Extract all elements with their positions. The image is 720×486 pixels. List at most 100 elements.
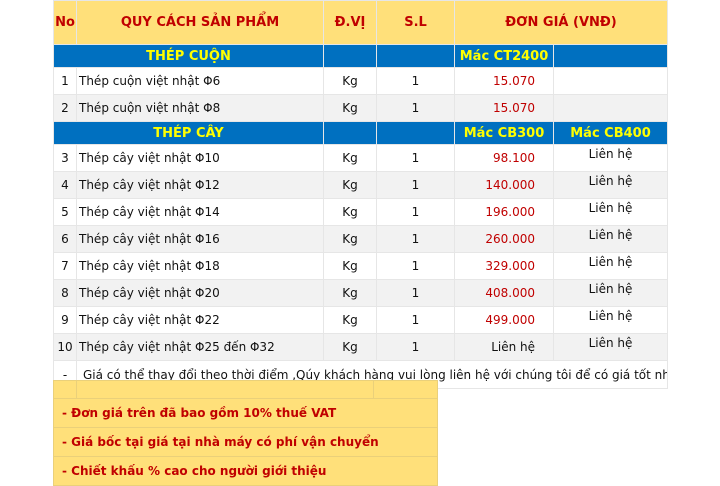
cell-no: 2 — [53, 94, 77, 122]
group-blank — [323, 121, 377, 145]
group-grade-cb300: Mác CB300 — [454, 121, 554, 145]
table-row: 8 Thép cây việt nhật Φ20 Kg 1 408.000 Li… — [53, 279, 668, 307]
cell-no: 10 — [53, 333, 77, 361]
cell-price1: 329.000 — [454, 252, 554, 280]
cell-name: Thép cây việt nhật Φ10 — [76, 144, 324, 172]
cell-price1: 15.070 — [454, 67, 554, 95]
terms-vat: - Đơn giá trên đã bao gồm 10% thuế VAT — [53, 398, 438, 428]
cell-name: Thép cuộn việt nhật Φ8 — [76, 94, 324, 122]
header-price: ĐƠN GIÁ (VNĐ) — [454, 0, 668, 45]
header-qty: S.L — [376, 0, 455, 45]
cell-name: Thép cây việt nhật Φ18 — [76, 252, 324, 280]
table-row: 9 Thép cây việt nhật Φ22 Kg 1 499.000 Li… — [53, 306, 668, 334]
cell-unit: Kg — [323, 171, 377, 199]
group-row-coil: THÉP CUỘN Mác CT2400 — [53, 44, 668, 68]
cell-price1: 499.000 — [454, 306, 554, 334]
terms-spacer-cell — [53, 380, 77, 399]
cell-qty: 1 — [376, 252, 455, 280]
cell-price1: 15.070 — [454, 94, 554, 122]
terms-item: - Chiết khấu % cao cho người giới thiệu — [53, 456, 438, 486]
cell-no: 6 — [53, 225, 77, 253]
table-row: 10 Thép cây việt nhật Φ25 đến Φ32 Kg 1 L… — [53, 333, 668, 361]
group-row-bar: THÉP CÂY Mác CB300 Mác CB400 — [53, 121, 668, 145]
cell-name: Thép cây việt nhật Φ22 — [76, 306, 324, 334]
cell-qty: 1 — [376, 144, 455, 172]
cell-no: 7 — [53, 252, 77, 280]
cell-price2: Liên hệ — [553, 252, 668, 280]
group-grade-cb400: Mác CB400 — [553, 121, 668, 145]
terms-spacer-cell — [373, 380, 438, 399]
cell-price2: Liên hệ — [553, 225, 668, 253]
cell-name: Thép cây việt nhật Φ20 — [76, 279, 324, 307]
cell-price2 — [553, 67, 668, 95]
table-row: 5 Thép cây việt nhật Φ14 Kg 1 196.000 Li… — [53, 198, 668, 226]
cell-unit: Kg — [323, 279, 377, 307]
terms-item: - Giá bốc tại giá tại nhà máy có phí vận… — [53, 427, 438, 457]
price-table: No QUY CÁCH SẢN PHẨM Đ.VỊ S.L ĐƠN GIÁ (V… — [53, 0, 668, 389]
cell-price1: 196.000 — [454, 198, 554, 226]
cell-price1: 260.000 — [454, 225, 554, 253]
cell-no: 5 — [53, 198, 77, 226]
group-blank — [376, 44, 455, 68]
cell-price2: Liên hệ — [553, 333, 668, 361]
header-unit: Đ.VỊ — [323, 0, 377, 45]
cell-qty: 1 — [376, 198, 455, 226]
cell-qty: 1 — [376, 94, 455, 122]
group-title-coil: THÉP CUỘN — [53, 44, 324, 68]
cell-qty: 1 — [376, 171, 455, 199]
cell-no: 3 — [53, 144, 77, 172]
terms-spacer-cell — [76, 380, 374, 399]
table-row: 2 Thép cuộn việt nhật Φ8 Kg 1 15.070 — [53, 94, 668, 122]
cell-no: 9 — [53, 306, 77, 334]
cell-name: Thép cuộn việt nhật Φ6 — [76, 67, 324, 95]
group-title-bar: THÉP CÂY — [53, 121, 324, 145]
cell-price1: 140.000 — [454, 171, 554, 199]
cell-price2: Liên hệ — [553, 198, 668, 226]
group-grade-ct2400: Mác CT2400 — [454, 44, 554, 68]
cell-price1: 408.000 — [454, 279, 554, 307]
table-row: 4 Thép cây việt nhật Φ12 Kg 1 140.000 Li… — [53, 171, 668, 199]
cell-price2 — [553, 94, 668, 122]
cell-name: Thép cây việt nhật Φ16 — [76, 225, 324, 253]
cell-qty: 1 — [376, 333, 455, 361]
terms-shipping: - Giá bốc tại giá tại nhà máy có phí vận… — [53, 427, 438, 457]
header-product: QUY CÁCH SẢN PHẨM — [76, 0, 324, 45]
cell-qty: 1 — [376, 67, 455, 95]
cell-price2: Liên hệ — [553, 306, 668, 334]
group-blank — [376, 121, 455, 145]
table-row: 6 Thép cây việt nhật Φ16 Kg 1 260.000 Li… — [53, 225, 668, 253]
cell-name: Thép cây việt nhật Φ25 đến Φ32 — [76, 333, 324, 361]
cell-no: 8 — [53, 279, 77, 307]
cell-unit: Kg — [323, 333, 377, 361]
cell-price2: Liên hệ — [553, 144, 668, 172]
cell-unit: Kg — [323, 252, 377, 280]
cell-unit: Kg — [323, 225, 377, 253]
cell-name: Thép cây việt nhật Φ12 — [76, 171, 324, 199]
table-row: 7 Thép cây việt nhật Φ18 Kg 1 329.000 Li… — [53, 252, 668, 280]
cell-unit: Kg — [323, 144, 377, 172]
cell-name: Thép cây việt nhật Φ14 — [76, 198, 324, 226]
group-blank — [323, 44, 377, 68]
terms-discount: - Chiết khấu % cao cho người giới thiệu — [53, 456, 438, 486]
cell-unit: Kg — [323, 67, 377, 95]
cell-price1: 98.100 — [454, 144, 554, 172]
terms-box: - Đơn giá trên đã bao gồm 10% thuế VAT -… — [53, 380, 438, 486]
cell-unit: Kg — [323, 198, 377, 226]
table-row: 3 Thép cây việt nhật Φ10 Kg 1 98.100 Liê… — [53, 144, 668, 172]
cell-price2: Liên hệ — [553, 171, 668, 199]
cell-qty: 1 — [376, 279, 455, 307]
cell-qty: 1 — [376, 306, 455, 334]
cell-no: 1 — [53, 67, 77, 95]
cell-price1: Liên hệ — [454, 333, 554, 361]
cell-qty: 1 — [376, 225, 455, 253]
cell-unit: Kg — [323, 306, 377, 334]
cell-price2: Liên hệ — [553, 279, 668, 307]
header-no: No — [53, 0, 77, 45]
terms-spacer — [53, 380, 438, 399]
table-header-row: No QUY CÁCH SẢN PHẨM Đ.VỊ S.L ĐƠN GIÁ (V… — [53, 0, 668, 45]
cell-no: 4 — [53, 171, 77, 199]
terms-item: - Đơn giá trên đã bao gồm 10% thuế VAT — [53, 398, 438, 428]
cell-unit: Kg — [323, 94, 377, 122]
group-blank — [553, 44, 668, 68]
table-row: 1 Thép cuộn việt nhật Φ6 Kg 1 15.070 — [53, 67, 668, 95]
